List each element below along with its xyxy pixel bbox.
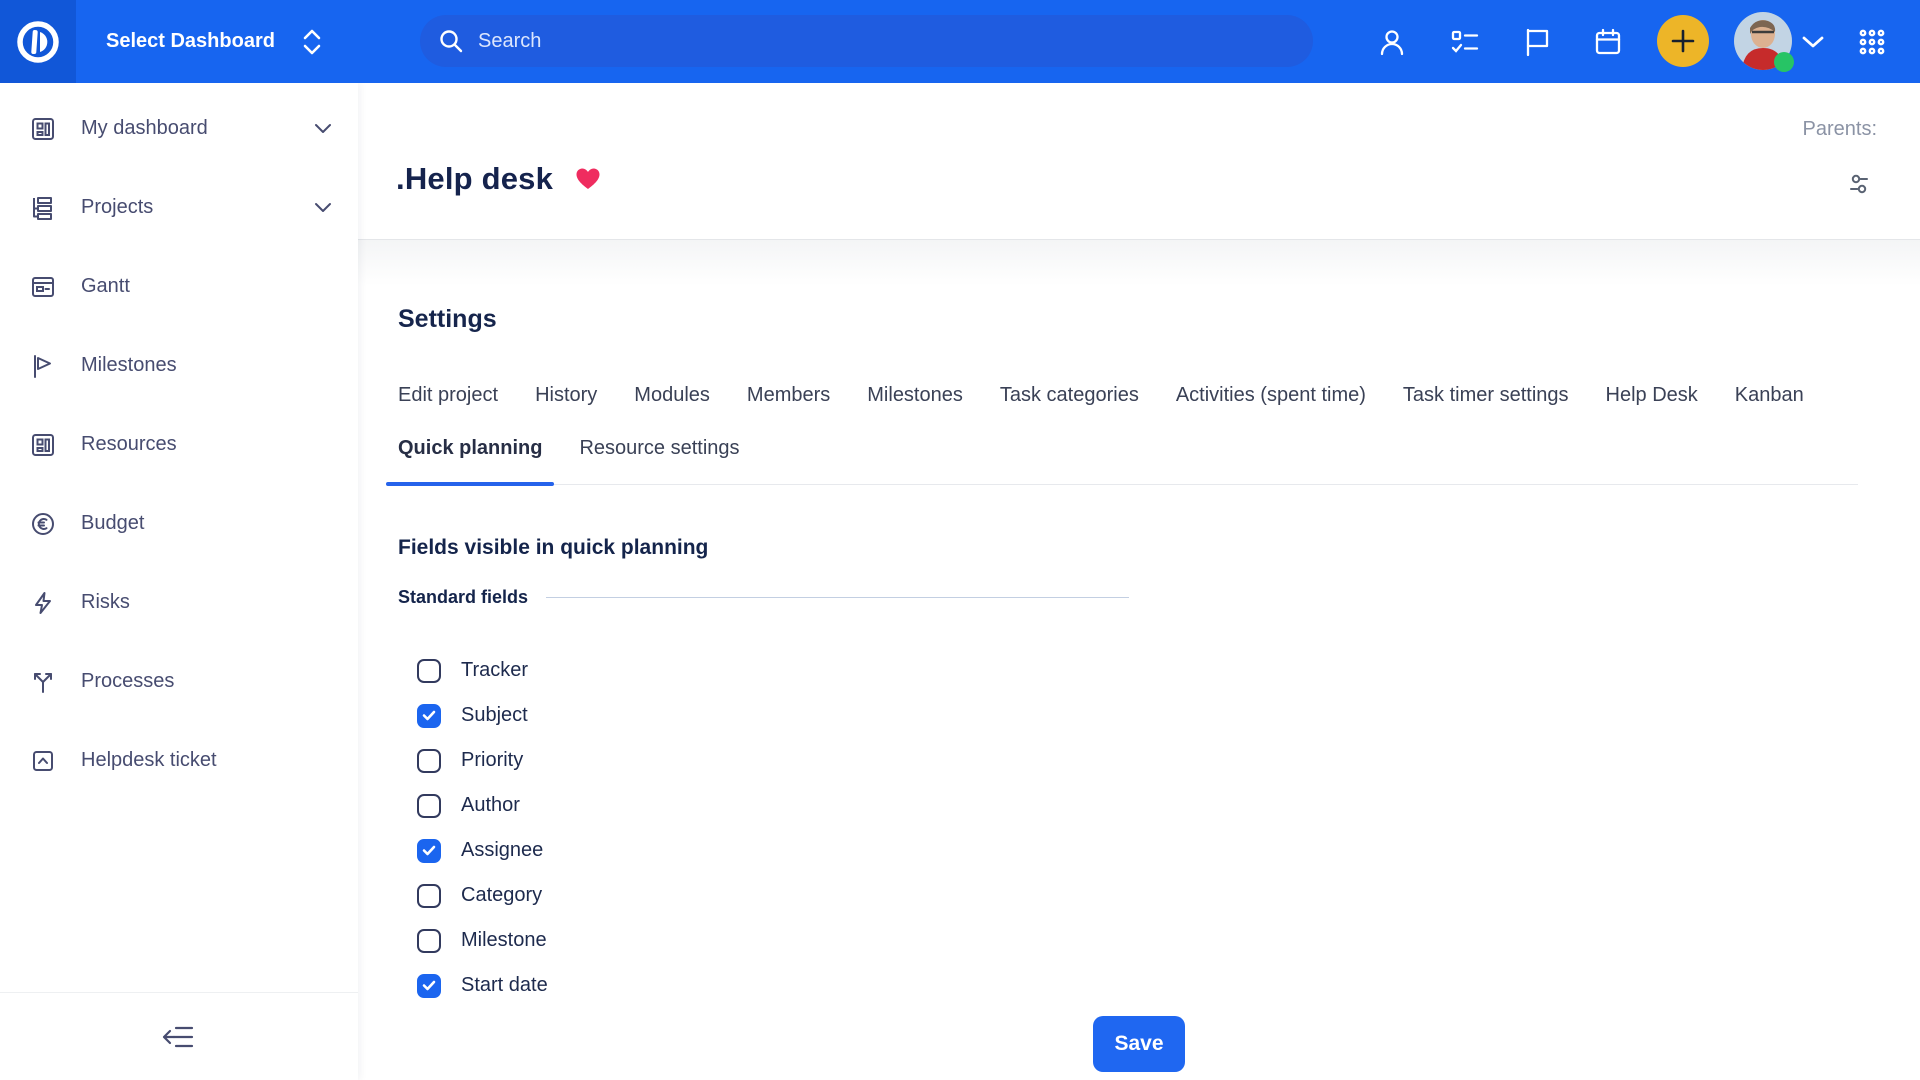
chevron-down-icon: [314, 202, 332, 213]
field-row-assignee: Assignee: [417, 828, 1880, 873]
checkbox-author[interactable]: [417, 794, 441, 818]
field-row-subject: Subject: [417, 693, 1880, 738]
field-row-priority: Priority: [417, 738, 1880, 783]
app-logo[interactable]: [0, 0, 76, 83]
checkbox-tracker[interactable]: [417, 659, 441, 683]
settings-tab-members[interactable]: Members: [747, 383, 830, 407]
customize-parents-button[interactable]: [1844, 171, 1874, 197]
user-menu-chevron-button[interactable]: [1798, 0, 1828, 83]
settings-section: Settings Edit project History Modules Me…: [358, 240, 1920, 1072]
field-row-category: Category: [417, 873, 1880, 918]
top-bar: Select Dashboard: [0, 0, 1920, 83]
fields-checkbox-list: Tracker Subject Priority Author Assignee…: [417, 648, 1880, 1008]
create-new-button[interactable]: [1657, 15, 1709, 67]
tasks-button[interactable]: [1441, 0, 1489, 83]
group-divider-line: [546, 597, 1129, 598]
settings-tab-modules[interactable]: Modules: [634, 383, 710, 407]
tasks-checklist-icon: [1450, 27, 1480, 57]
sidebar-menu: My dashboard Projects Gantt Milestones: [0, 83, 358, 800]
parents-label: Parents:: [1803, 118, 1877, 141]
calendar-icon: [1593, 27, 1623, 57]
helpdesk-icon: [30, 748, 56, 774]
sidebar-item-helpdesk-ticket[interactable]: Helpdesk ticket: [0, 721, 358, 800]
check-icon: [422, 845, 436, 856]
chevron-down-icon: [314, 123, 332, 134]
field-row-milestone: Milestone: [417, 918, 1880, 963]
gantt-icon: [30, 274, 56, 300]
checkbox-milestone[interactable]: [417, 929, 441, 953]
search-input[interactable]: [478, 30, 1295, 53]
save-row: Save: [398, 1016, 1880, 1072]
settings-tab-history[interactable]: History: [535, 383, 597, 407]
projects-icon: [30, 195, 56, 221]
search-bar: [420, 15, 1313, 67]
select-dashboard-label: Select Dashboard: [106, 30, 275, 53]
select-dashboard-button[interactable]: Select Dashboard: [106, 0, 323, 83]
standard-fields-label: Standard fields: [398, 586, 528, 608]
milestone-flag-icon: [30, 353, 56, 379]
sidebar-item-resources[interactable]: Resources: [0, 405, 358, 484]
flag-icon: [1523, 27, 1551, 57]
user-icon: [1377, 27, 1407, 57]
sidebar: My dashboard Projects Gantt Milestones: [0, 83, 358, 1080]
collapse-sidebar-icon: [162, 1024, 196, 1050]
chevron-down-icon: [1801, 35, 1825, 49]
grid-dots-icon: [1858, 28, 1886, 56]
search-icon: [438, 28, 464, 54]
fields-visible-title: Fields visible in quick planning: [398, 534, 1880, 562]
settings-tab-kanban[interactable]: Kanban: [1735, 383, 1804, 407]
settings-tab-activities[interactable]: Activities (spent time): [1176, 383, 1366, 407]
settings-tab-task-categories[interactable]: Task categories: [1000, 383, 1139, 407]
settings-tab-task-timer[interactable]: Task timer settings: [1403, 383, 1569, 407]
processes-icon: [30, 669, 56, 695]
flag-button[interactable]: [1513, 0, 1561, 83]
project-header: .Help desk Dashboard Gantt Kanban Spent …: [358, 83, 1920, 240]
calendar-button[interactable]: [1584, 0, 1632, 83]
resources-icon: [30, 432, 56, 458]
sidebar-item-processes[interactable]: Processes: [0, 642, 358, 721]
user-avatar[interactable]: [1734, 12, 1792, 70]
settings-heading: Settings: [398, 240, 1880, 334]
settings-tab-edit-project[interactable]: Edit project: [398, 383, 498, 407]
risks-bolt-icon: [30, 590, 56, 616]
easy-logo-icon: [15, 19, 61, 65]
sidebar-item-milestones[interactable]: Milestones: [0, 326, 358, 405]
dashboard-icon: [30, 116, 56, 142]
sidebar-item-projects[interactable]: Projects: [0, 168, 358, 247]
sidebar-item-budget[interactable]: Budget: [0, 484, 358, 563]
budget-euro-icon: [30, 511, 56, 537]
checkbox-category[interactable]: [417, 884, 441, 908]
page-title: .Help desk: [396, 161, 553, 197]
save-button[interactable]: Save: [1093, 1016, 1185, 1072]
checkbox-start-date[interactable]: [417, 974, 441, 998]
plus-icon: [1669, 27, 1697, 55]
checkbox-subject[interactable]: [417, 704, 441, 728]
check-icon: [422, 980, 436, 991]
field-row-start-date: Start date: [417, 963, 1880, 1008]
settings-tabs: Edit project History Modules Members Mil…: [398, 383, 1858, 485]
user-button[interactable]: [1368, 0, 1416, 83]
main-content: .Help desk Dashboard Gantt Kanban Spent …: [358, 83, 1920, 1080]
collapse-sidebar-button[interactable]: [162, 1024, 196, 1050]
online-status-dot: [1774, 52, 1794, 72]
check-icon: [422, 710, 436, 721]
field-row-tracker: Tracker: [417, 648, 1880, 693]
checkbox-assignee[interactable]: [417, 839, 441, 863]
settings-tab-quick-planning[interactable]: Quick planning: [398, 436, 542, 460]
sidebar-footer: [0, 992, 358, 1080]
field-row-author: Author: [417, 783, 1880, 828]
checkbox-priority[interactable]: [417, 749, 441, 773]
sidebar-item-my-dashboard[interactable]: My dashboard: [0, 89, 358, 168]
sliders-icon: [1844, 171, 1874, 197]
apps-grid-button[interactable]: [1848, 0, 1896, 83]
settings-tab-help-desk[interactable]: Help Desk: [1606, 383, 1698, 407]
favorite-heart-icon[interactable]: [575, 167, 601, 191]
settings-tab-resource-settings[interactable]: Resource settings: [579, 436, 739, 460]
chevron-updown-icon: [301, 27, 323, 57]
standard-fields-group: Standard fields: [398, 586, 1129, 608]
sidebar-item-gantt[interactable]: Gantt: [0, 247, 358, 326]
sidebar-item-risks[interactable]: Risks: [0, 563, 358, 642]
settings-tab-milestones[interactable]: Milestones: [867, 383, 963, 407]
